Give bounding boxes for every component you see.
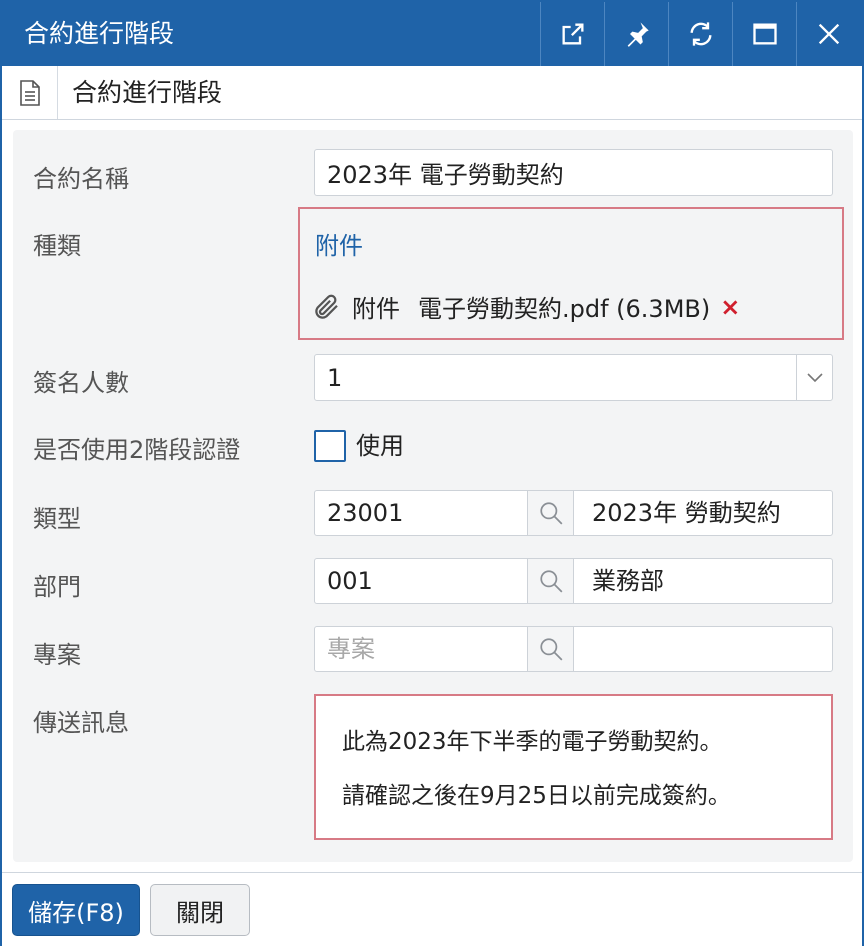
project-search-button[interactable] bbox=[527, 627, 574, 671]
footer-bar: 儲存(F8) 關閉 bbox=[2, 872, 862, 946]
two-step-label: 是否使用2階段認證 bbox=[33, 436, 241, 464]
project-name bbox=[574, 627, 832, 671]
attachment-item: 附件 電子勞動契約.pdf (6.3MB) × bbox=[312, 289, 740, 324]
type-code-input[interactable]: 23001 bbox=[315, 491, 527, 535]
contract-name-label: 合約名稱 bbox=[33, 165, 129, 193]
sub-header: 合約進行階段 bbox=[2, 66, 862, 120]
department-code-input[interactable]: 001 bbox=[315, 559, 527, 603]
type-search-button[interactable] bbox=[527, 491, 574, 535]
project-lookup: 專案 bbox=[314, 626, 833, 672]
category-label: 種類 bbox=[33, 232, 81, 260]
search-icon bbox=[539, 570, 562, 593]
maximize-icon bbox=[752, 23, 777, 45]
close-window-button[interactable] bbox=[796, 2, 860, 66]
search-icon bbox=[539, 638, 562, 661]
department-lookup: 001 業務部 bbox=[314, 558, 833, 604]
department-search-button[interactable] bbox=[527, 559, 574, 603]
document-icon bbox=[2, 66, 58, 119]
pin-icon bbox=[627, 22, 649, 47]
sub-header-title: 合約進行階段 bbox=[72, 78, 223, 107]
attachment-filename[interactable]: 電子勞動契約.pdf (6.3MB) bbox=[418, 289, 710, 324]
title-bar: 合約進行階段 bbox=[2, 2, 862, 66]
chevron-down-icon[interactable] bbox=[796, 355, 832, 400]
external-link-icon bbox=[562, 23, 583, 45]
attachment-prefix: 附件 bbox=[352, 295, 400, 323]
form-panel: 合約名稱 2023年 電子勞動契約 種類 附件 附件 電子勞動契約.pdf (6… bbox=[13, 130, 853, 862]
message-line-2: 請確認之後在9月25日以前完成簽約。 bbox=[342, 783, 731, 809]
refresh-button[interactable] bbox=[668, 2, 732, 66]
save-button[interactable]: 儲存(F8) bbox=[12, 884, 140, 936]
contract-stage-window: 合約進行階段 合約進行階段 合約名稱 2023年 電子勞動契約 種類 附件 附件… bbox=[0, 0, 864, 946]
attachment-box: 附件 附件 電子勞動契約.pdf (6.3MB) × bbox=[298, 207, 844, 340]
message-line-1: 此為2023年下半季的電子勞動契約。 bbox=[342, 729, 723, 755]
close-button[interactable]: 關閉 bbox=[150, 884, 250, 936]
close-icon bbox=[818, 23, 839, 45]
refresh-icon bbox=[690, 22, 711, 46]
type-lookup: 23001 2023年 勞動契約 bbox=[314, 490, 833, 536]
paperclip-icon bbox=[315, 294, 338, 319]
project-code-input[interactable]: 專案 bbox=[315, 627, 527, 671]
open-external-button[interactable] bbox=[540, 2, 604, 66]
project-label: 專案 bbox=[33, 641, 81, 669]
signers-select[interactable]: 1 bbox=[314, 354, 833, 401]
message-label: 傳送訊息 bbox=[33, 709, 129, 737]
type-name: 2023年 勞動契約 bbox=[592, 499, 781, 527]
department-name: 業務部 bbox=[592, 567, 664, 595]
contract-name-input[interactable]: 2023年 電子勞動契約 bbox=[314, 149, 833, 196]
two-step-checkbox-label[interactable]: 使用 bbox=[356, 430, 404, 462]
message-textarea[interactable]: 此為2023年下半季的電子勞動契約。 請確認之後在9月25日以前完成簽約。 bbox=[314, 694, 833, 840]
attach-file-link[interactable]: 附件 bbox=[315, 226, 363, 261]
department-label: 部門 bbox=[33, 573, 81, 601]
search-icon bbox=[539, 502, 562, 525]
remove-attachment-icon[interactable]: × bbox=[720, 293, 740, 321]
maximize-button[interactable] bbox=[732, 2, 796, 66]
signers-value: 1 bbox=[327, 363, 343, 392]
two-step-checkbox[interactable] bbox=[314, 430, 346, 462]
signers-label: 簽名人數 bbox=[33, 369, 129, 397]
type-label: 類型 bbox=[33, 505, 81, 533]
window-title: 合約進行階段 bbox=[24, 19, 175, 48]
pin-button[interactable] bbox=[604, 2, 668, 66]
